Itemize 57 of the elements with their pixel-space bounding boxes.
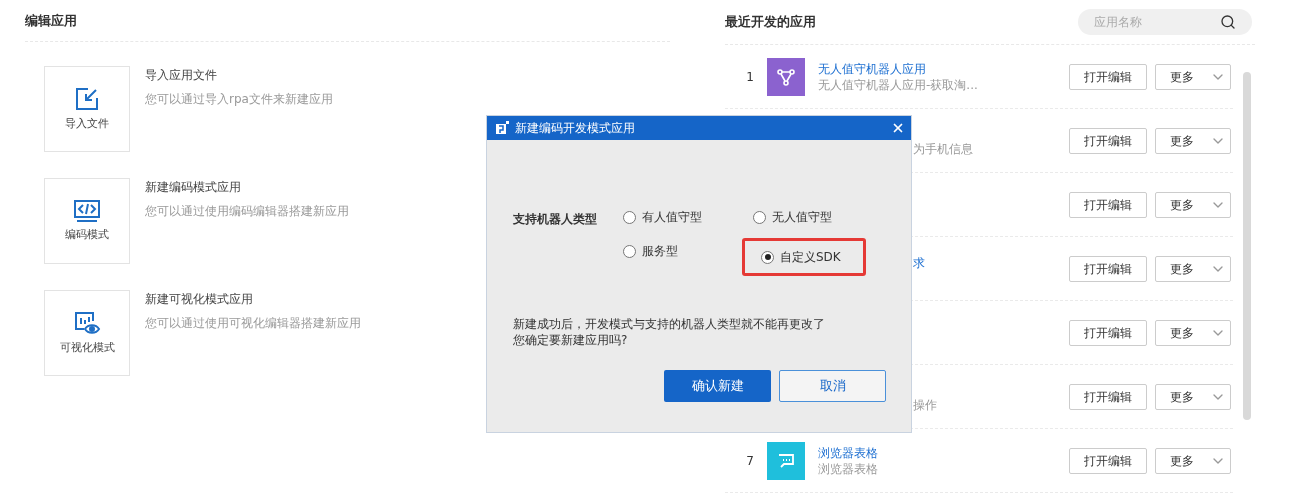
app-subtitle: 无人值守机器人应用-获取淘... — [818, 76, 978, 93]
mode-card[interactable]: 编码模式 — [44, 178, 130, 264]
app-title[interactable]: 浏览器表格 — [818, 444, 878, 461]
row-index: 1 — [745, 68, 755, 86]
more-dropdown[interactable]: 更多 — [1155, 63, 1231, 90]
dialog-title: 新建编码开发模式应用 — [515, 120, 635, 137]
more-dropdown[interactable]: 更多 — [1155, 127, 1231, 154]
section-title: 编辑应用 — [25, 11, 77, 30]
option-title: 新建编码模式应用 — [145, 179, 242, 196]
app-title[interactable]: 求 — [913, 254, 1069, 271]
more-dropdown[interactable]: 更多 — [1155, 447, 1231, 474]
app-subtitle: 操作 — [913, 396, 938, 413]
more-dropdown[interactable]: 更多 — [1155, 319, 1231, 346]
radio-button[interactable] — [623, 244, 636, 258]
more-dropdown[interactable]: 更多 — [1155, 255, 1231, 282]
mode-card[interactable]: 导入文件 — [44, 66, 130, 152]
open-editor-button[interactable]: 打开编辑 — [1069, 255, 1147, 282]
radio-label: 自定义SDK — [780, 249, 841, 266]
app-subtitle: 浏览器表格 — [818, 460, 878, 477]
close-icon[interactable] — [891, 121, 905, 135]
search-placeholder: 应用名称 — [1094, 14, 1142, 31]
option-description: 您可以通过导入rpa文件来新建应用 — [145, 91, 333, 108]
more-dropdown[interactable]: 更多 — [1155, 383, 1231, 410]
warning-text: 新建成功后，开发模式与支持的机器人类型就不能再更改了 — [513, 316, 826, 332]
open-editor-button[interactable]: 打开编辑 — [1069, 319, 1147, 346]
code-icon — [73, 198, 101, 223]
cancel-button[interactable]: 取消 — [779, 370, 886, 402]
search-icon — [1220, 14, 1236, 30]
section-title: 最近开发的应用 — [725, 13, 816, 32]
field-label: 支持机器人类型 — [513, 211, 598, 228]
open-editor-button[interactable]: 打开编辑 — [1069, 383, 1147, 410]
option-title: 新建可视化模式应用 — [145, 291, 254, 308]
radio-button[interactable] — [761, 250, 774, 264]
radio-button[interactable] — [753, 210, 766, 224]
open-editor-button[interactable]: 打开编辑 — [1069, 447, 1147, 474]
radio-button[interactable] — [623, 210, 636, 224]
option-description: 您可以通过使用可视化编辑器搭建新应用 — [145, 315, 361, 332]
app-title[interactable]: 无人值守机器人应用 — [818, 60, 978, 77]
row-index: 7 — [745, 452, 755, 470]
mode-card[interactable]: 可视化模式 — [44, 290, 130, 376]
open-editor-button[interactable]: 打开编辑 — [1069, 63, 1147, 90]
more-dropdown[interactable]: 更多 — [1155, 191, 1231, 218]
chart-eye-icon — [73, 309, 101, 336]
radio-label: 无人值守型 — [772, 209, 832, 226]
radio-label: 有人值守型 — [642, 209, 702, 226]
open-editor-button[interactable]: 打开编辑 — [1069, 191, 1147, 218]
scrollbar[interactable] — [1243, 72, 1251, 420]
radio-option[interactable]: 自定义SDK — [742, 238, 866, 276]
app-subtitle: 为手机信息 — [913, 140, 974, 157]
radio-label: 服务型 — [642, 243, 678, 260]
confirm-button[interactable]: 确认新建 — [664, 370, 771, 402]
import-icon — [74, 85, 100, 112]
option-description: 您可以通过使用编码编辑器搭建新应用 — [145, 203, 349, 220]
open-editor-button[interactable]: 打开编辑 — [1069, 127, 1147, 154]
app-logo-icon — [495, 121, 509, 135]
warning-text: 您确定要新建应用吗? — [513, 332, 629, 348]
option-title: 导入应用文件 — [145, 67, 218, 84]
